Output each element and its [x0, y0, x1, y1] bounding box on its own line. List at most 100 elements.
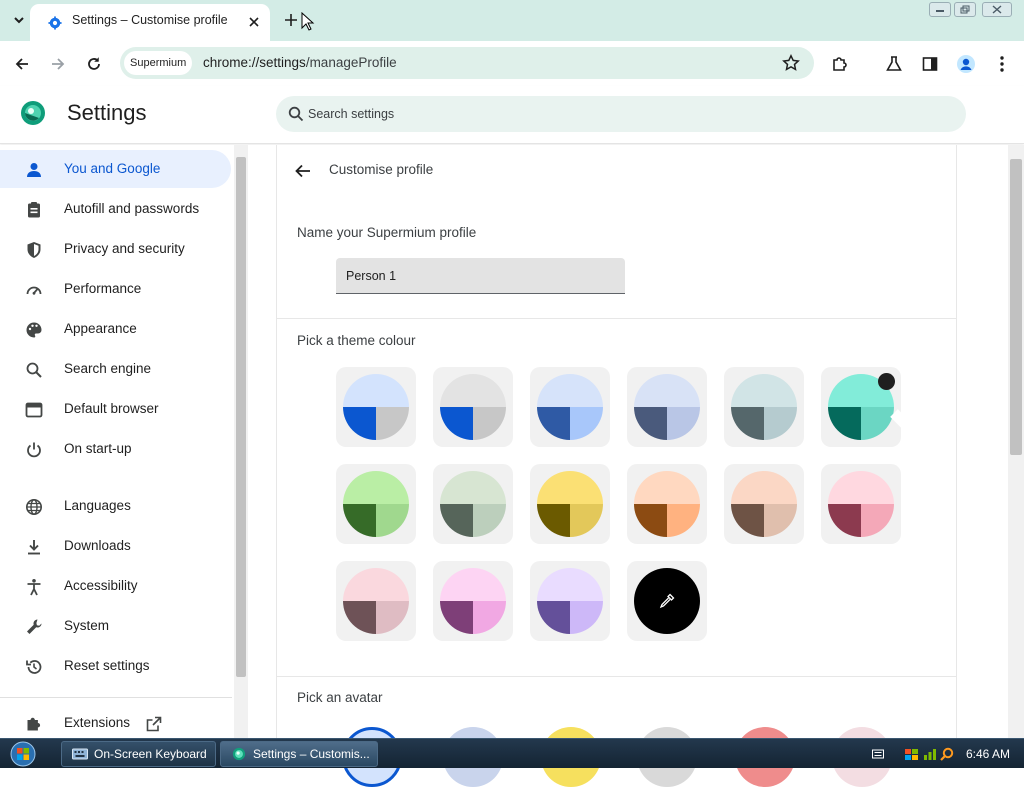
sidebar-item-label: On start-up — [64, 441, 132, 456]
settings-header: Settings — [0, 86, 1024, 144]
theme-colour-swatch[interactable] — [336, 561, 416, 641]
accessibility-icon — [24, 577, 44, 597]
custom-colour-swatch[interactable] — [627, 561, 707, 641]
restore-button[interactable] — [954, 2, 976, 17]
theme-colour-swatch[interactable] — [627, 464, 707, 544]
theme-colour-swatch[interactable] — [336, 367, 416, 447]
restore-icon — [960, 5, 970, 14]
history-icon — [24, 657, 44, 677]
sidebar-item-downloads[interactable]: Downloads — [0, 527, 231, 565]
back-arrow-icon[interactable] — [293, 161, 313, 181]
sidebar-item-label: Search engine — [64, 361, 152, 376]
address-bar[interactable]: Supermium chrome://settings/manageProfil… — [120, 47, 814, 79]
profile-name-label: Name your Supermium profile — [297, 225, 477, 240]
bookmark-star-icon[interactable] — [782, 54, 800, 72]
sidebar-item-label: Appearance — [64, 321, 137, 336]
url-text[interactable]: chrome://settings/manageProfile — [203, 55, 397, 70]
sidebar-item-extensions[interactable]: Extensions — [0, 704, 231, 738]
sidebar-item-performance[interactable]: Performance — [0, 270, 231, 308]
main-scrollbar[interactable] — [1008, 145, 1024, 738]
sidebar-item-search-engine[interactable]: Search engine — [0, 350, 231, 388]
person-icon — [24, 160, 44, 180]
sidebar-item-system[interactable]: System — [0, 607, 231, 645]
theme-colour-swatch[interactable] — [530, 464, 610, 544]
sidebar-item-label: Accessibility — [64, 578, 138, 593]
windows-logo-icon — [10, 741, 36, 767]
url-host: settings — [259, 55, 306, 70]
chevron-down-icon — [14, 17, 24, 24]
taskbar-button-label: On-Screen Keyboard — [94, 747, 207, 761]
forward-button[interactable] — [47, 53, 69, 75]
taskbar-button-settings[interactable]: Settings – Customis... — [220, 741, 378, 767]
sidebar-item-languages[interactable]: Languages — [0, 487, 231, 525]
minimize-button[interactable] — [929, 2, 951, 17]
reload-button[interactable] — [83, 53, 105, 75]
theme-colour-swatch[interactable] — [821, 367, 947, 447]
theme-colour-swatch[interactable] — [530, 367, 610, 447]
back-button[interactable] — [11, 53, 33, 75]
new-tab-button[interactable] — [281, 10, 301, 30]
sidebar-item-appearance[interactable]: Appearance — [0, 310, 231, 348]
keyboard-icon — [72, 748, 88, 760]
theme-colour-swatch[interactable] — [433, 561, 513, 641]
theme-colour-swatch[interactable] — [433, 367, 513, 447]
sidebar-item-accessibility[interactable]: Accessibility — [0, 567, 231, 605]
theme-colour-swatch[interactable] — [530, 561, 610, 641]
sidebar-item-default-browser[interactable]: Default browser — [0, 390, 231, 428]
start-button[interactable] — [6, 739, 40, 769]
scrollbar-thumb[interactable] — [1010, 159, 1022, 455]
active-tab[interactable]: Settings – Customise profile — [30, 4, 270, 41]
sidebar-item-reset-settings[interactable]: Reset settings — [0, 647, 231, 685]
settings-sidebar: You and Google Autofill and passwords Pr… — [0, 145, 234, 738]
tab-search-button[interactable] — [6, 7, 32, 33]
side-panel-button[interactable] — [919, 53, 941, 75]
sidebar-item-on-startup[interactable]: On start-up — [0, 430, 231, 468]
theme-colour-label: Pick a theme colour — [297, 333, 416, 348]
menu-button[interactable] — [991, 53, 1013, 75]
sidebar-scrollbar[interactable] — [234, 145, 248, 738]
customise-profile-card: Customise profile Name your Supermium pr… — [276, 145, 957, 787]
profile-name-input[interactable] — [336, 258, 625, 294]
taskbar-button-on-screen-keyboard[interactable]: On-Screen Keyboard — [61, 741, 216, 767]
system-tray — [860, 739, 954, 769]
search-input[interactable] — [308, 104, 908, 124]
theme-colour-swatch[interactable] — [724, 464, 804, 544]
sidebar-item-autofill[interactable]: Autofill and passwords — [0, 190, 231, 228]
taskbar-button-label: Settings – Customis... — [253, 747, 370, 761]
wrench-icon — [24, 617, 44, 637]
arrow-right-icon — [52, 58, 65, 70]
tab-close-button[interactable] — [246, 14, 262, 30]
theme-colour-swatch[interactable] — [627, 367, 707, 447]
keyboard-layout-icon[interactable] — [872, 749, 884, 759]
extensions-button[interactable] — [829, 53, 851, 75]
plus-icon — [285, 14, 297, 26]
section-divider — [277, 318, 956, 319]
close-icon — [249, 17, 259, 27]
theme-colour-swatch[interactable] — [336, 464, 416, 544]
sidebar-item-label: Autofill and passwords — [64, 201, 200, 216]
sidebar-item-you-and-google[interactable]: You and Google — [0, 150, 231, 188]
action-center-flag-icon[interactable] — [904, 747, 920, 761]
search-icon[interactable] — [940, 747, 954, 761]
url-path: /manageProfile — [305, 55, 397, 70]
browser-name-chip[interactable]: Supermium — [124, 51, 193, 75]
sidebar-item-label: Languages — [64, 498, 131, 513]
theme-colour-swatch[interactable] — [433, 464, 513, 544]
open-in-new-icon — [146, 716, 162, 732]
profile-button[interactable] — [955, 53, 977, 75]
puzzle-icon — [833, 57, 847, 71]
labs-button[interactable] — [883, 53, 905, 75]
scrollbar-thumb[interactable] — [236, 157, 246, 677]
theme-colour-swatch[interactable] — [821, 464, 901, 544]
search-settings-box[interactable] — [276, 96, 966, 132]
theme-colour-swatch[interactable] — [724, 367, 804, 447]
side-panel-icon — [922, 57, 938, 71]
close-window-button[interactable] — [982, 2, 1012, 17]
close-icon — [992, 5, 1002, 14]
puzzle-icon — [24, 714, 44, 734]
palette-icon — [24, 320, 44, 340]
sidebar-item-privacy[interactable]: Privacy and security — [0, 230, 231, 268]
windows-taskbar: On-Screen Keyboard Settings – Customis..… — [0, 738, 1024, 768]
network-icon[interactable] — [923, 747, 937, 761]
mouse-cursor-icon — [301, 12, 315, 31]
